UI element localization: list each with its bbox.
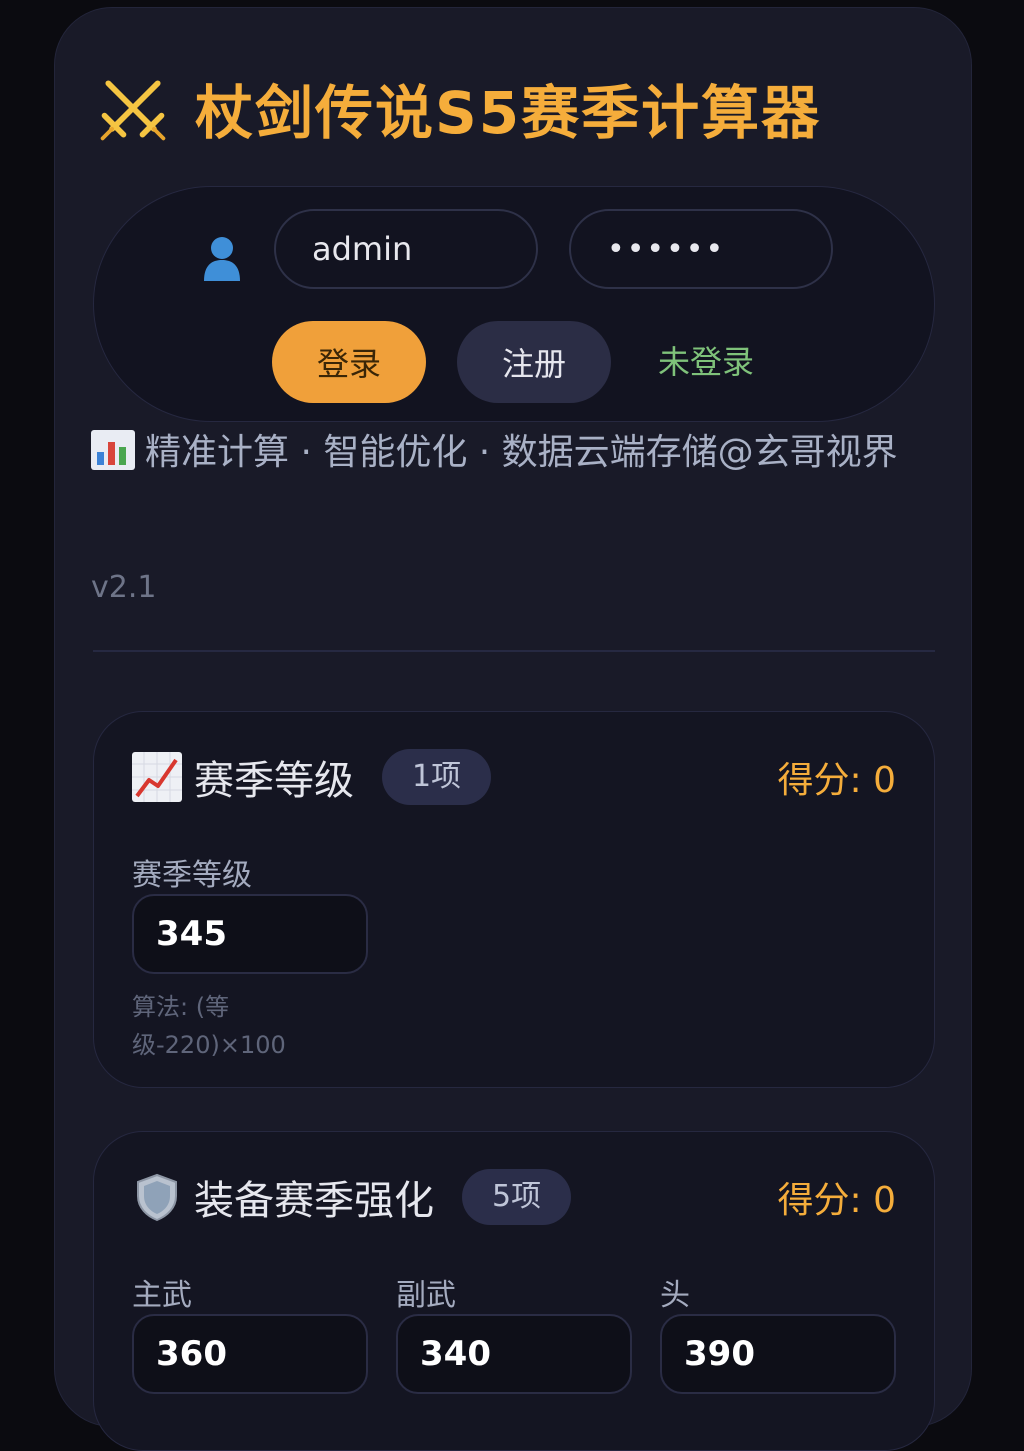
card-title: 装备赛季强化 (194, 1178, 434, 1224)
field-label-main-weapon: 主武 (132, 1278, 192, 1313)
card-title: 赛季等级 (194, 758, 354, 804)
crossed-swords-icon (100, 80, 166, 141)
line-chart-icon (132, 752, 182, 802)
season-level-card: 赛季等级 1项 得分: 0 赛季等级 算法: (等级-220)×100 (93, 711, 935, 1088)
card-header: 赛季等级 1项 得分: 0 (132, 748, 896, 806)
bar-chart-icon (91, 430, 135, 470)
shield-icon (137, 1173, 177, 1222)
login-status: 未登录 (658, 343, 755, 381)
login-panel: 登录 注册 未登录 (93, 186, 935, 422)
calculator-app: 杖剑传说S5赛季计算器 登录 注册 未登录 精准计算 · 智能优化 · 数据云端… (54, 7, 972, 1451)
score-label: 得分: 0 (777, 760, 896, 801)
equipment-enhance-card: 装备赛季强化 5项 得分: 0 主武 副武 头 (93, 1131, 935, 1451)
password-input[interactable] (569, 209, 833, 289)
register-button[interactable]: 注册 (457, 321, 611, 403)
subtitle: 精准计算 · 智能优化 · 数据云端存储@玄哥视界 (91, 426, 931, 480)
app-title: 杖剑传说S5赛季计算器 (195, 79, 822, 147)
card-header: 装备赛季强化 5项 得分: 0 (132, 1168, 896, 1226)
main-weapon-input[interactable] (132, 1314, 368, 1394)
field-label: 赛季等级 (132, 858, 252, 893)
divider (93, 650, 935, 652)
off-weapon-input[interactable] (396, 1314, 632, 1394)
item-count-badge: 5项 (462, 1169, 572, 1225)
username-input[interactable] (274, 209, 538, 289)
user-icon (204, 237, 240, 281)
subtitle-text: 精准计算 · 智能优化 · 数据云端存储@玄哥视界 (145, 432, 898, 473)
field-label-off-weapon: 副武 (396, 1278, 456, 1313)
title-row: 杖剑传说S5赛季计算器 (95, 64, 821, 152)
field-label-head: 头 (660, 1278, 690, 1313)
formula-note: 算法: (等级-220)×100 (132, 993, 286, 1059)
login-button[interactable]: 登录 (272, 321, 426, 403)
season-level-input[interactable] (132, 894, 368, 974)
item-count-badge: 1项 (382, 749, 492, 805)
score-label: 得分: 0 (777, 1180, 896, 1221)
head-input[interactable] (660, 1314, 896, 1394)
version-label: v2.1 (91, 570, 157, 605)
